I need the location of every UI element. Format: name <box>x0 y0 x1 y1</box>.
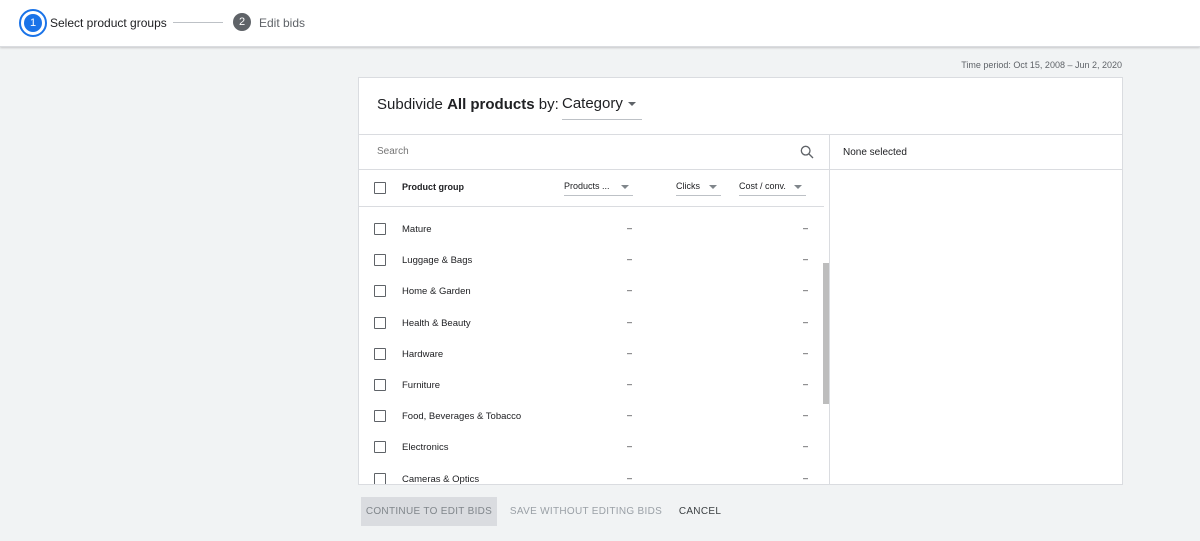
dropdown-arrow-icon <box>794 185 802 189</box>
row-label: Mature <box>402 224 432 235</box>
row-cost-value: – <box>803 316 809 327</box>
continue-to-edit-bids-button[interactable]: CONTINUE TO EDIT BIDS <box>361 497 497 526</box>
row-label: Luggage & Bags <box>402 255 473 267</box>
row-label: Home & Garden <box>402 286 471 298</box>
row-label: Health & Beauty <box>402 317 471 329</box>
row-cost-value: – <box>803 441 809 452</box>
stepper-divider <box>173 22 223 23</box>
row-label: Furniture <box>402 379 441 391</box>
stepper-header: 1 Select product groups 2 Edit bids <box>0 0 1200 47</box>
table-row[interactable]: Cameras & Optics – – <box>359 458 824 485</box>
search-icon[interactable] <box>799 144 815 160</box>
column-cost-label: Cost / conv. <box>739 181 786 191</box>
row-products-value: – <box>627 378 633 389</box>
row-products-value: – <box>627 472 633 483</box>
row-products-value: – <box>627 410 633 421</box>
row-checkbox[interactable] <box>374 410 386 423</box>
save-without-editing-bids-button[interactable]: SAVE WITHOUT EDITING BIDS <box>506 497 666 526</box>
row-products-value: – <box>627 285 633 296</box>
title-bold: All products <box>447 96 535 113</box>
table-row[interactable]: Hardware – – <box>359 333 824 364</box>
step-1-number: 1 <box>24 14 42 32</box>
selected-groups-header: None selected <box>830 135 1122 170</box>
row-checkbox[interactable] <box>374 378 386 391</box>
row-cost-value: – <box>803 347 809 358</box>
time-period-label: Time period: Oct 15, 2008 – Jun 2, 2020 <box>961 60 1122 70</box>
search-input[interactable] <box>377 146 777 157</box>
step-1-indicator[interactable]: 1 <box>19 9 47 37</box>
step-2-label[interactable]: Edit bids <box>259 16 305 30</box>
table-row[interactable]: Furniture – – <box>359 364 824 395</box>
card-header: Subdivide All products by: Category <box>359 78 1122 135</box>
card-title: Subdivide All products by: <box>377 96 559 113</box>
column-clicks-label: Clicks <box>676 181 700 191</box>
category-dropdown[interactable]: Category <box>562 95 642 120</box>
table-header: Product group Products ... Clicks Cost /… <box>359 170 824 207</box>
title-suffix: by: <box>538 96 559 113</box>
row-products-value: – <box>627 316 633 327</box>
selected-groups-pane: None selected <box>830 135 1122 484</box>
row-checkbox[interactable] <box>374 285 386 298</box>
step-2-number[interactable]: 2 <box>233 13 251 31</box>
list-scrollbar[interactable] <box>823 263 829 404</box>
product-group-rows: Mature – – Luggage & Bags – – Home & Gar… <box>359 208 824 485</box>
row-checkbox[interactable] <box>374 347 386 360</box>
step-1-label[interactable]: Select product groups <box>50 16 167 30</box>
row-products-value: – <box>627 254 633 265</box>
dropdown-arrow-icon <box>628 102 636 106</box>
select-all-checkbox[interactable] <box>374 182 386 194</box>
row-cost-value: – <box>803 285 809 296</box>
row-products-value: – <box>627 223 633 233</box>
row-checkbox[interactable] <box>374 316 386 329</box>
row-cost-value: – <box>803 254 809 265</box>
row-label: Food, Beverages & Tobacco <box>402 411 522 423</box>
product-group-list-pane: Product group Products ... Clicks Cost /… <box>359 135 830 485</box>
table-row[interactable]: Food, Beverages & Tobacco – – <box>359 395 824 426</box>
table-row[interactable]: Electronics – – <box>359 426 824 457</box>
row-checkbox[interactable] <box>374 441 386 454</box>
row-cost-value: – <box>803 223 809 233</box>
column-header-product-group[interactable]: Product group <box>402 182 464 192</box>
subdivide-card: Subdivide All products by: Category Prod… <box>358 77 1123 485</box>
row-products-value: – <box>627 347 633 358</box>
table-row[interactable]: Home & Garden – – <box>359 270 824 301</box>
category-value: Category <box>562 95 623 112</box>
row-cost-value: – <box>803 378 809 389</box>
column-products-label: Products ... <box>564 181 610 191</box>
row-checkbox[interactable] <box>374 223 386 235</box>
row-checkbox[interactable] <box>374 472 386 484</box>
cancel-button[interactable]: CANCEL <box>672 497 728 526</box>
table-row[interactable]: Mature – – <box>359 208 824 239</box>
table-row[interactable]: Luggage & Bags – – <box>359 239 824 270</box>
row-label: Electronics <box>402 442 449 454</box>
column-header-clicks[interactable]: Clicks <box>676 178 721 196</box>
row-products-value: – <box>627 441 633 452</box>
row-cost-value: – <box>803 472 809 483</box>
row-label: Hardware <box>402 348 444 360</box>
none-selected-label: None selected <box>843 147 907 158</box>
row-label: Cameras & Optics <box>402 473 480 485</box>
dropdown-arrow-icon <box>709 185 717 189</box>
column-header-cost-conv[interactable]: Cost / conv. <box>739 178 806 196</box>
title-prefix: Subdivide <box>377 96 443 113</box>
row-cost-value: – <box>803 410 809 421</box>
table-row[interactable]: Health & Beauty – – <box>359 302 824 333</box>
search-row <box>359 135 829 170</box>
column-header-products[interactable]: Products ... <box>564 178 633 196</box>
row-checkbox[interactable] <box>374 254 386 267</box>
dropdown-arrow-icon <box>621 185 629 189</box>
